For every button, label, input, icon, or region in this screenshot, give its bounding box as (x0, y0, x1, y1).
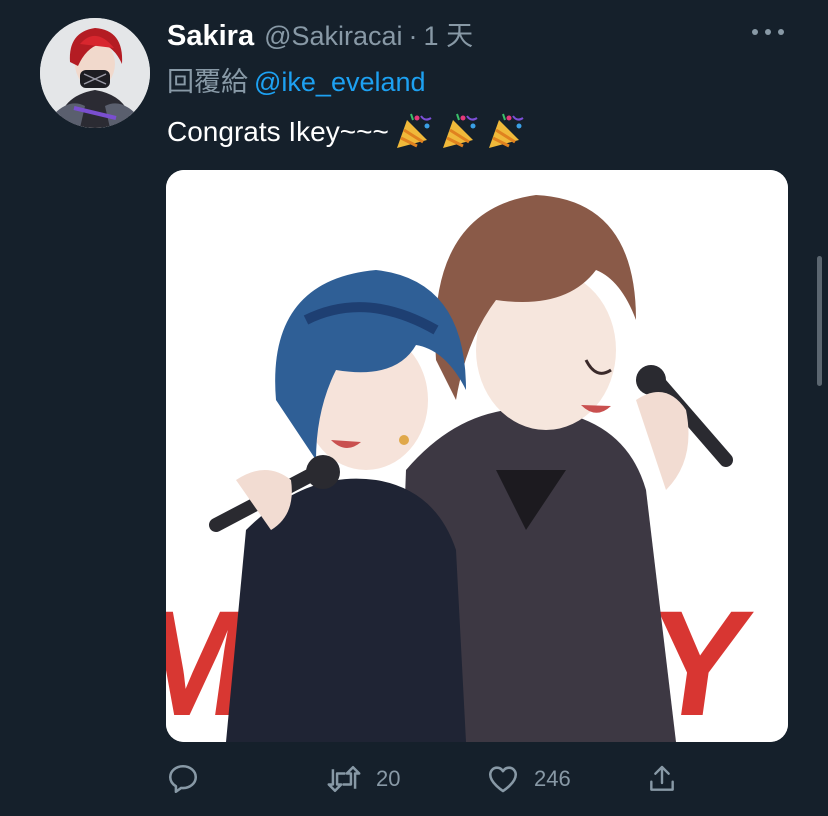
share-button[interactable] (646, 755, 678, 803)
reply-to-mention[interactable]: @ike_eveland (254, 67, 426, 97)
more-horizontal-icon[interactable] (752, 20, 784, 44)
retweet-icon (327, 765, 361, 793)
illustration-singers: MAYDAY (166, 170, 788, 742)
tweet-header: Sakira @Sakiracai · 1 天 (167, 14, 474, 53)
party-popper-icon (483, 112, 527, 152)
avatar[interactable] (40, 18, 150, 128)
tweet[interactable]: Sakira @Sakiracai · 1 天 回覆給 @ike_eveland … (0, 0, 828, 816)
retweet-count: 20 (376, 766, 401, 791)
reply-icon (168, 764, 198, 794)
separator-dot: · (408, 21, 418, 51)
display-name[interactable]: Sakira (167, 20, 254, 53)
user-handle[interactable]: @Sakiracai (264, 21, 402, 52)
share-icon (650, 765, 674, 791)
tweet-media-image[interactable]: MAYDAY (166, 170, 788, 742)
reply-to-line: 回覆給 @ike_eveland (167, 60, 426, 99)
party-popper-icon (391, 112, 435, 152)
heart-icon (488, 766, 518, 793)
like-count: 246 (534, 766, 571, 791)
timestamp[interactable]: 1 天 (424, 14, 474, 53)
party-popper-icon (437, 112, 481, 152)
scrollbar-thumb[interactable] (817, 256, 822, 386)
reply-button[interactable] (166, 755, 214, 803)
tweet-action-bar: 20 246 (0, 755, 828, 803)
like-button[interactable]: 246 (486, 755, 571, 803)
reply-prefix: 回覆給 (167, 67, 248, 97)
avatar-image (40, 18, 150, 128)
retweet-button[interactable]: 20 (326, 755, 400, 803)
tweet-text: Congrats Ikey~~~ (167, 112, 527, 152)
tweet-text-content: Congrats Ikey~~~ (167, 116, 389, 147)
